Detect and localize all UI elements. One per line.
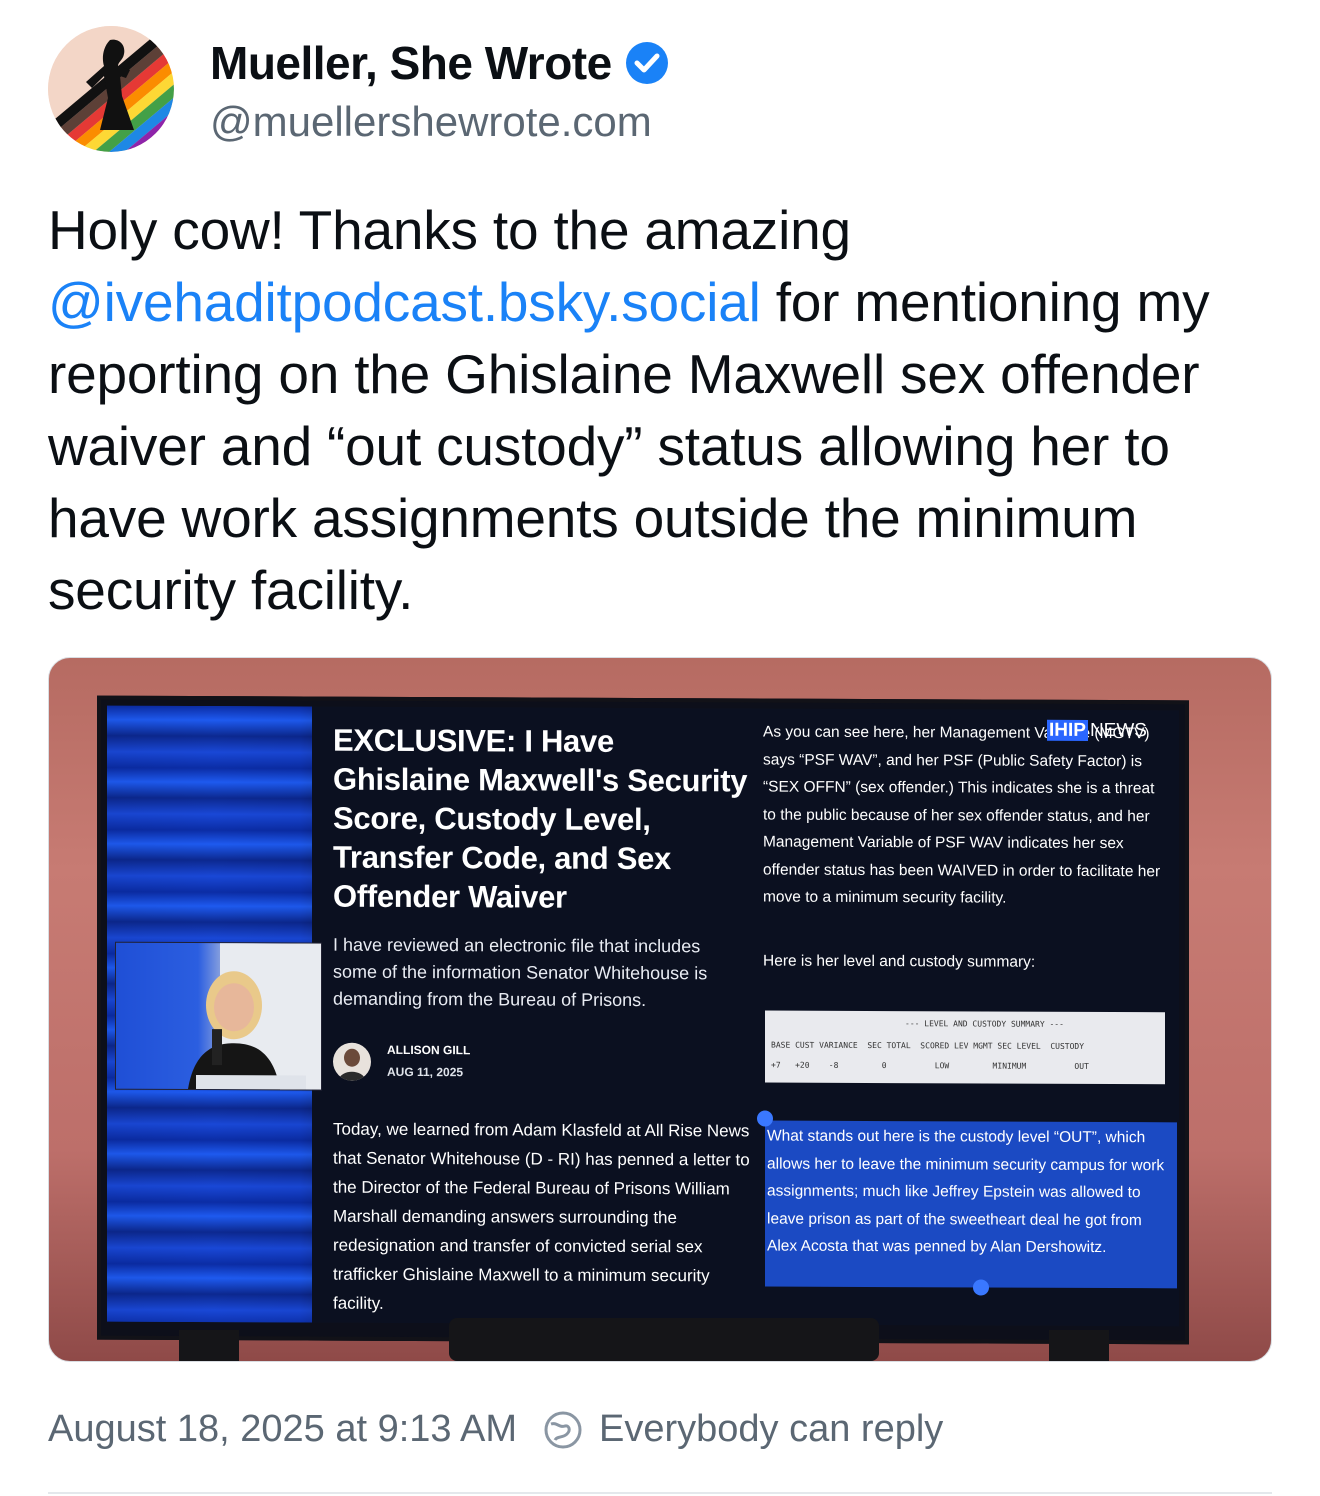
article-left-column: EXCLUSIVE: I Have Ghislaine Maxwell's Se… xyxy=(333,721,750,1313)
article-body: Today, we learned from Adam Klasfeld at … xyxy=(333,1119,750,1313)
reply-setting-label[interactable]: Everybody can reply xyxy=(599,1408,943,1451)
reply-settings-icon xyxy=(544,1411,582,1448)
tv-frame: EXCLUSIVE: I Have Ghislaine Maxwell's Se… xyxy=(97,695,1189,1345)
post-timestamp[interactable]: August 18, 2025 at 9:13 AM xyxy=(48,1408,517,1451)
channel-badge: IHIP NEWS xyxy=(1047,719,1149,742)
post-footer: August 18, 2025 at 9:13 AM Everybody can… xyxy=(48,1408,943,1451)
tv-screen: EXCLUSIVE: I Have Ghislaine Maxwell's Se… xyxy=(107,705,1179,1327)
post-image[interactable]: EXCLUSIVE: I Have Ghislaine Maxwell's Se… xyxy=(48,657,1272,1362)
summary-label: Here is her level and custody summary: xyxy=(763,952,1036,971)
byline-date: AUG 11, 2025 xyxy=(387,1064,464,1080)
channel-badge-suffix: NEWS xyxy=(1089,719,1147,742)
soundbar xyxy=(449,1318,879,1361)
post-body: Holy cow! Thanks to the amazing @ivehadi… xyxy=(48,194,1278,626)
video-host-inset xyxy=(115,941,322,1091)
author-handle[interactable]: @muellershewrote.com xyxy=(210,98,652,146)
article-subtitle: I have reviewed an electronic file that … xyxy=(333,934,708,1011)
selection-start-handle[interactable] xyxy=(757,1110,773,1127)
post-header: Mueller, She Wrote @muellershewrote.com xyxy=(48,26,1272,156)
summary-columns: BASE CUST VARIANCE SEC TOTAL SCORED LEV … xyxy=(771,1040,1085,1051)
post-text-part1: Holy cow! Thanks to the amazing xyxy=(48,199,851,261)
tv-stand-right xyxy=(1049,1330,1109,1361)
article-right-paragraph: As you can see here, her Management Vari… xyxy=(763,723,1161,907)
bottom-divider xyxy=(48,1492,1272,1494)
custody-summary-table: --- LEVEL AND CUSTODY SUMMARY --- BASE C… xyxy=(765,1010,1165,1085)
tv-stand-left xyxy=(179,1330,239,1361)
mention-link[interactable]: @ivehaditpodcast.bsky.social xyxy=(48,271,761,333)
channel-badge-logo: IHIP xyxy=(1047,719,1088,741)
summary-title: --- LEVEL AND CUSTODY SUMMARY --- xyxy=(905,1019,1064,1029)
author-display-name[interactable]: Mueller, She Wrote xyxy=(210,36,612,90)
byline-avatar xyxy=(333,1042,371,1081)
author-name-row: Mueller, She Wrote xyxy=(210,36,670,90)
highlighted-paragraph: What stands out here is the custody leve… xyxy=(767,1127,1165,1257)
selection-end-handle[interactable] xyxy=(973,1279,989,1296)
summary-values: +7 +20 -8 0 LOW MINIMUM OUT xyxy=(771,1060,1089,1071)
article-title: EXCLUSIVE: I Have Ghislaine Maxwell's Se… xyxy=(333,722,748,915)
verified-badge-icon xyxy=(625,42,668,84)
author-avatar[interactable] xyxy=(48,26,174,152)
article-byline: ALLISON GILL AUG 11, 2025 xyxy=(333,1039,633,1084)
byline-author: ALLISON GILL xyxy=(387,1042,471,1058)
